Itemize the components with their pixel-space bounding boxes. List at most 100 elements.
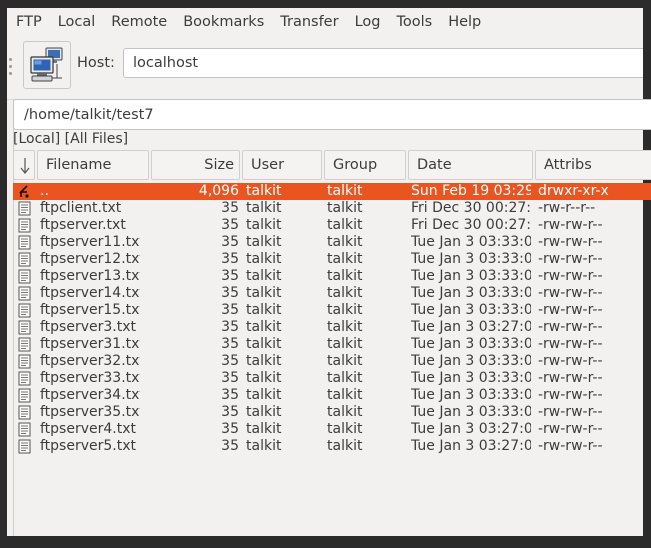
text-file-icon xyxy=(18,201,31,216)
text-file-icon xyxy=(18,371,31,386)
group-cell: talkit xyxy=(327,370,363,386)
date-cell: Tue Jan 3 03:27:00 xyxy=(411,438,531,454)
size-cell: 35 xyxy=(221,421,239,437)
user-cell: talkit xyxy=(246,370,282,386)
size-cell: 35 xyxy=(221,336,239,352)
menu-bookmarks[interactable]: Bookmarks xyxy=(175,8,272,36)
attribs-cell: -rw-rw-r-- xyxy=(538,319,603,335)
attribs-cell: -rw-rw-r-- xyxy=(538,438,603,454)
size-cell: 35 xyxy=(221,251,239,267)
table-row[interactable]: ftpserver15.txt 35 talkit talkit Tue Jan 3 0… xyxy=(13,302,651,319)
column-attribs[interactable]: Attribs xyxy=(535,150,651,180)
filename-cell: ftpserver13.txt xyxy=(40,268,140,284)
file-list: ..4,096talkittalkitSun Feb 19 03:29:4drw… xyxy=(13,183,651,455)
menu-tools[interactable]: Tools xyxy=(388,8,440,36)
path-input[interactable] xyxy=(13,99,651,130)
user-cell: talkit xyxy=(246,183,282,199)
filename-cell: ftpserver.txt xyxy=(40,217,126,233)
host-input[interactable] xyxy=(123,48,643,78)
menu-log[interactable]: Log xyxy=(347,8,389,36)
filename-cell: ftpserver31.txt xyxy=(40,336,140,352)
table-row[interactable]: ftpserver14.txt 35 talkit talkit Tue Jan 3 0… xyxy=(13,285,651,302)
menu-transfer[interactable]: Transfer xyxy=(272,8,346,36)
table-row[interactable]: ftpserver33.txt 35 talkit talkit Tue Jan 3 0… xyxy=(13,370,651,387)
table-row[interactable]: ftpserver11.txt 35 talkit talkit Tue Jan 3 0… xyxy=(13,234,651,251)
table-row[interactable]: ftpserver32.txt 35 talkit talkit Tue Jan 3 0… xyxy=(13,353,651,370)
panel-label: [Local] [All Files] xyxy=(13,131,129,147)
size-cell: 35 xyxy=(221,302,239,318)
attribs-cell: -rw-rw-r-- xyxy=(538,217,603,233)
attribs-cell: -rw-rw-r-- xyxy=(538,387,603,403)
table-row[interactable]: ftpserver34.txt 35 talkit talkit Tue Jan 3 0… xyxy=(13,387,651,404)
filename-cell: ftpserver33.txt xyxy=(40,370,140,386)
text-file-icon xyxy=(18,320,31,335)
text-file-icon xyxy=(18,252,31,267)
attribs-cell: -rw-rw-r-- xyxy=(538,302,603,318)
text-file-icon xyxy=(18,422,31,437)
user-cell: talkit xyxy=(246,234,282,250)
date-cell: Tue Jan 3 03:33:00 xyxy=(411,302,531,318)
toolbar-grip[interactable] xyxy=(9,58,12,80)
size-cell: 35 xyxy=(221,200,239,216)
table-row[interactable]: ftpserver12.txt 35 talkit talkit Tue Jan 3 0… xyxy=(13,251,651,268)
filename-cell: ftpserver3.txt xyxy=(40,319,136,335)
parent-dir-icon xyxy=(18,184,31,199)
column-group[interactable]: Group xyxy=(324,150,406,180)
user-cell: talkit xyxy=(246,353,282,369)
menu-local[interactable]: Local xyxy=(50,8,104,36)
date-cell: Tue Jan 3 03:33:00 xyxy=(411,251,531,267)
table-row-selected[interactable]: .. 4,096 talkit talkit Sun Feb 19 03:29:4 drw… xyxy=(13,183,651,200)
filename-cell: ftpserver32.txt xyxy=(40,353,140,369)
date-cell: Tue Jan 3 03:27:00 xyxy=(411,421,531,437)
column-size[interactable]: Size xyxy=(151,150,240,180)
attribs-cell: -rw-rw-r-- xyxy=(538,404,603,420)
size-cell: 35 xyxy=(221,438,239,454)
date-cell: Sun Feb 19 03:29:4 xyxy=(411,183,531,199)
table-row[interactable]: ftpserver4.txt 35 talkit talkit Tue Jan 3 03… xyxy=(13,421,651,438)
group-cell: talkit xyxy=(327,183,363,199)
size-cell: 35 xyxy=(221,234,239,250)
size-cell: 35 xyxy=(221,319,239,335)
text-file-icon xyxy=(18,388,31,403)
table-row[interactable]: ftpserver.txt 35 talkit talkit Fri Dec 30 00… xyxy=(13,217,651,234)
user-cell: talkit xyxy=(246,336,282,352)
filename-cell: ftpserver15.txt xyxy=(40,302,140,318)
group-cell: talkit xyxy=(327,234,363,250)
group-cell: talkit xyxy=(327,302,363,318)
table-row[interactable]: ftpserver5.txt 35 talkit talkit Tue Jan 3 03… xyxy=(13,438,651,455)
user-cell: talkit xyxy=(246,319,282,335)
menu-remote[interactable]: Remote xyxy=(103,8,175,36)
filename-cell: ftpserver11.txt xyxy=(40,234,140,250)
table-row[interactable]: ftpserver35.txt 35 talkit talkit Tue Jan 3 0… xyxy=(13,404,651,421)
connect-button[interactable] xyxy=(23,41,71,89)
text-file-icon xyxy=(18,439,31,454)
size-cell: 35 xyxy=(221,353,239,369)
table-row[interactable]: ftpserver13.txt 35 talkit talkit Tue Jan 3 0… xyxy=(13,268,651,285)
group-cell: talkit xyxy=(327,404,363,420)
attribs-cell: -rw-rw-r-- xyxy=(538,234,603,250)
file-list-header: Filename Size User Group Date Attribs xyxy=(13,150,651,180)
table-row[interactable]: ftpclient.txt 35 talkit talkit Fri Dec 30 00… xyxy=(13,200,651,217)
column-user[interactable]: User xyxy=(242,150,322,180)
table-row[interactable]: ftpserver31.txt 35 talkit talkit Tue Jan 3 0… xyxy=(13,336,651,353)
sort-toggle-column[interactable] xyxy=(13,150,35,180)
size-cell: 35 xyxy=(221,285,239,301)
date-cell: Tue Jan 3 03:33:00 xyxy=(411,285,531,301)
date-cell: Tue Jan 3 03:33:00 xyxy=(411,370,531,386)
menu-ftp[interactable]: FTP xyxy=(7,8,50,36)
user-cell: talkit xyxy=(246,285,282,301)
group-cell: talkit xyxy=(327,438,363,454)
group-cell: talkit xyxy=(327,336,363,352)
text-file-icon xyxy=(18,286,31,301)
attribs-cell: -rw-r--r-- xyxy=(538,200,596,216)
attribs-cell: -rw-rw-r-- xyxy=(538,421,603,437)
table-row[interactable]: ftpserver3.txt 35 talkit talkit Tue Jan 3 03… xyxy=(13,319,651,336)
attribs-cell: -rw-rw-r-- xyxy=(538,353,603,369)
menu-help[interactable]: Help xyxy=(440,8,489,36)
filename-cell: ftpserver12.txt xyxy=(40,251,140,267)
user-cell: talkit xyxy=(246,387,282,403)
user-cell: talkit xyxy=(246,438,282,454)
column-date[interactable]: Date xyxy=(408,150,533,180)
column-filename[interactable]: Filename xyxy=(37,150,149,180)
sort-arrow-icon xyxy=(20,158,30,174)
